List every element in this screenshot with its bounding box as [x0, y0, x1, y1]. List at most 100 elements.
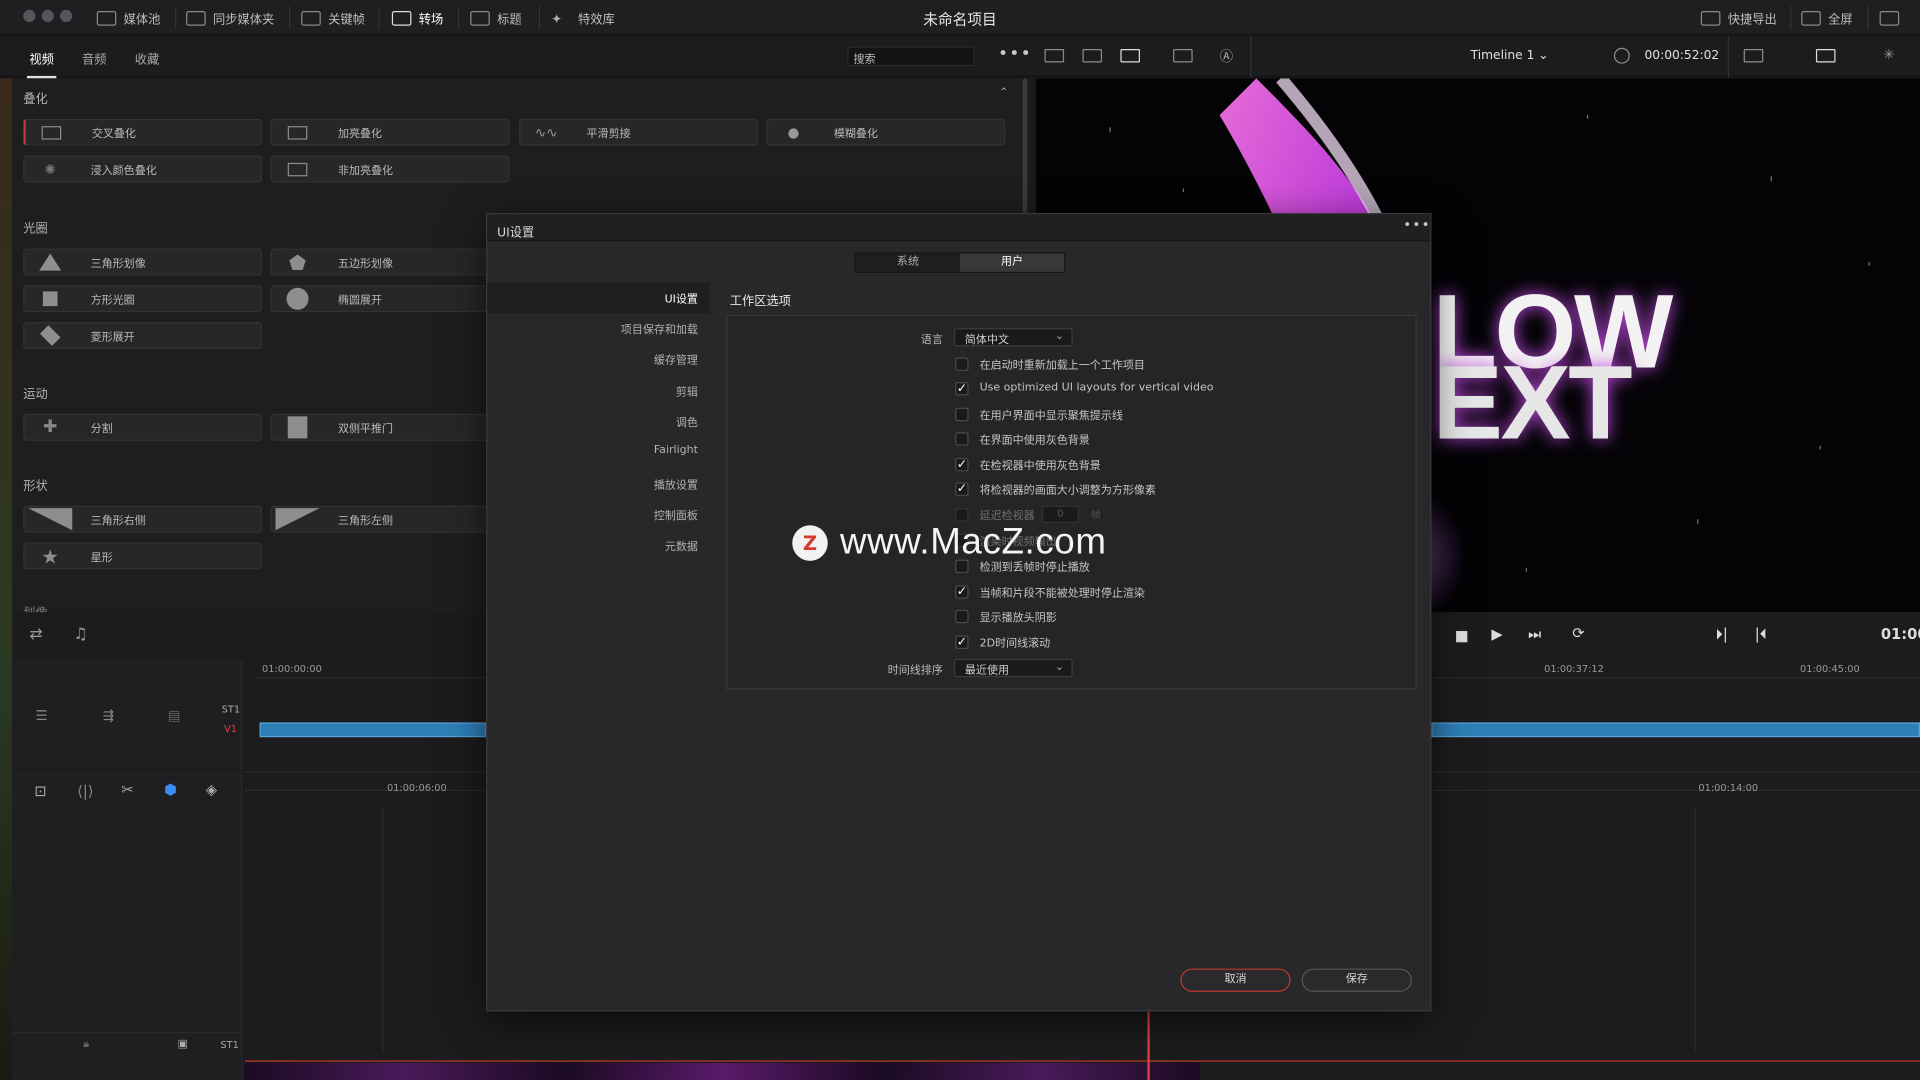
transition-star[interactable]: ★ 星形: [23, 542, 263, 570]
tab-user[interactable]: 用户: [960, 253, 1065, 272]
search-input[interactable]: 搜索: [847, 46, 975, 67]
media-pool-button[interactable]: 媒体池: [96, 7, 160, 28]
transition-triangle-right[interactable]: 三角形右侧: [23, 505, 263, 533]
cancel-button[interactable]: 取消: [1180, 968, 1291, 992]
track-auto-select-icon[interactable]: ⇶: [103, 708, 114, 724]
snapping-icon[interactable]: ◈: [206, 781, 217, 798]
frame-view-icon[interactable]: [1082, 48, 1103, 63]
checkbox[interactable]: [955, 609, 969, 623]
nav-item-fairlight[interactable]: Fairlight: [654, 444, 698, 456]
stop-icon[interactable]: ■: [1455, 627, 1469, 644]
split-view-icon[interactable]: [1173, 48, 1193, 63]
quick-export-button[interactable]: 快捷导出: [1700, 7, 1777, 28]
checkbox[interactable]: [955, 356, 969, 371]
transitions-button[interactable]: 转场: [391, 7, 443, 28]
timeline-clip[interactable]: [259, 722, 487, 738]
lock-icon[interactable]: 🔒︎: [83, 1038, 89, 1050]
transition-split[interactable]: ✚ 分割: [23, 413, 263, 441]
transition-triangle-left[interactable]: 三角形左侧: [270, 505, 510, 533]
option-square-pixel-viewer[interactable]: ✓ 将检视器的画面大小调整为方形像素: [955, 480, 1156, 497]
image-view-icon[interactable]: [1044, 48, 1065, 63]
checkbox-checked[interactable]: ✓: [955, 381, 969, 395]
timeline-ruler-top-left[interactable]: 01:00:00:00: [255, 659, 487, 679]
zoom-window-icon[interactable]: [60, 9, 73, 23]
transition-additive-dissolve[interactable]: 加亮叠化: [270, 118, 510, 146]
minimize-window-icon[interactable]: [41, 9, 54, 23]
blade-scissors-icon[interactable]: ✂: [121, 781, 133, 798]
dialog-more-icon[interactable]: •••: [1403, 217, 1431, 233]
delay-frames-input[interactable]: 0: [1042, 505, 1079, 523]
hd-output-icon[interactable]: [1815, 48, 1836, 63]
checkbox[interactable]: [955, 431, 969, 446]
playhead[interactable]: [1147, 1011, 1150, 1080]
timeline-sort-select[interactable]: 最近使用 ⌄: [953, 658, 1073, 678]
option-delay-viewer[interactable]: 延迟检视器 0 帧: [955, 505, 1101, 523]
option-2d-timeline-scroll[interactable]: ✓ 2D时间线滚动: [955, 633, 1050, 650]
keyframes-button[interactable]: 关键帧: [301, 7, 365, 28]
nav-item-metadata[interactable]: 元数据: [665, 538, 698, 553]
option-reload-last-project[interactable]: 在启动时重新加载上一个工作项目: [955, 355, 1145, 372]
effects-library-button[interactable]: ✦ 特效库: [551, 7, 615, 28]
transition-diamond-iris[interactable]: 菱形展开: [23, 322, 263, 349]
tab-system[interactable]: 系统: [856, 253, 960, 271]
fullscreen-button[interactable]: 全屏: [1801, 7, 1853, 28]
transition-cross-dissolve[interactable]: 交叉叠化: [23, 118, 263, 146]
antenna-icon[interactable]: Ⓐ: [1220, 47, 1240, 65]
collapse-chevron-icon[interactable]: ⌃: [999, 87, 1008, 99]
checkbox[interactable]: [955, 407, 969, 421]
audio-track-icon[interactable]: ♫: [73, 626, 87, 644]
more-options-icon[interactable]: •••: [998, 44, 1032, 64]
nav-item-playback[interactable]: 播放设置: [654, 476, 698, 492]
checkbox[interactable]: [955, 507, 969, 522]
settings-gear-icon[interactable]: ✳: [1883, 47, 1903, 63]
timeline-name-dropdown[interactable]: Timeline 1 ⌄: [1471, 49, 1549, 62]
transition-barn-door[interactable]: 双侧平推门: [270, 413, 510, 441]
timeline-ruler-bottom-left[interactable]: 01:00:06:00: [244, 771, 488, 793]
transition-pentagon-iris[interactable]: ⬟ 五边形划像: [270, 248, 510, 276]
subtitle-icon[interactable]: ▣: [178, 1038, 188, 1050]
option-stop-render-on-error[interactable]: ✓ 当帧和片段不能被处理时停止渲染: [955, 583, 1145, 600]
viewer-size-icon[interactable]: [1743, 48, 1764, 63]
option-vertical-video-layout[interactable]: ✓ Use optimized UI layouts for vertical v…: [955, 380, 1213, 397]
nav-item-project-save-load[interactable]: 项目保存和加载: [621, 321, 698, 336]
transition-dip-to-color[interactable]: ✺ 浸入颜色叠化: [23, 155, 263, 183]
timeline-clip[interactable]: [1431, 722, 1920, 738]
transition-blur-dissolve[interactable]: ● 模糊叠化: [766, 118, 1006, 146]
go-to-end-icon[interactable]: ⏵|: [1716, 626, 1728, 644]
track-options-icon[interactable]: ⇄: [29, 626, 42, 644]
clip-thumbnail-strip[interactable]: [244, 1062, 1201, 1080]
nav-item-control-panels[interactable]: 控制面板: [654, 507, 698, 523]
checkbox-checked[interactable]: ✓: [955, 457, 969, 471]
transition-smooth-cut[interactable]: ∿∿ 平滑剪接: [519, 118, 758, 146]
tab-favorites[interactable]: 收藏: [135, 49, 159, 67]
checkbox-checked[interactable]: ✓: [955, 634, 969, 649]
option-focus-indicator[interactable]: 在用户界面中显示聚焦提示线: [955, 405, 1123, 422]
option-playhead-shadow[interactable]: 显示播放头阴影: [955, 607, 1057, 624]
tab-video[interactable]: 视频: [26, 49, 57, 79]
nav-item-color[interactable]: 调色: [676, 414, 698, 430]
track-disable-icon[interactable]: ▤: [168, 708, 181, 724]
grid-view-icon[interactable]: [1120, 48, 1141, 63]
transition-oval-iris[interactable]: 椭圆展开: [270, 285, 510, 313]
nav-item-ui-settings[interactable]: UI设置: [665, 290, 698, 306]
save-button[interactable]: 保存: [1301, 968, 1412, 992]
checkbox-checked[interactable]: ✓: [955, 481, 969, 496]
close-window-icon[interactable]: [23, 9, 36, 23]
transition-square-iris[interactable]: 方形光圈: [23, 285, 263, 313]
nav-item-cache[interactable]: 缓存管理: [654, 351, 698, 367]
next-clip-icon[interactable]: ⏭: [1528, 626, 1541, 644]
transition-triangle-iris[interactable]: 三角形划像: [23, 248, 263, 276]
transition-non-additive-dissolve[interactable]: 非加亮叠化: [270, 155, 510, 183]
play-icon[interactable]: ▶: [1491, 626, 1502, 643]
sync-bin-button[interactable]: 同步媒体夹: [186, 7, 274, 28]
flag-marker-icon[interactable]: ⬢: [164, 781, 177, 798]
option-gray-ui-background[interactable]: 在界面中使用灰色背景: [955, 430, 1090, 447]
nav-item-edit[interactable]: 剪辑: [676, 383, 698, 399]
tab-audio[interactable]: 音频: [82, 49, 106, 67]
timeline-ruler-top-right[interactable]: 01:00:37:12 01:00:45:00: [1431, 659, 1920, 679]
trim-icon[interactable]: ⟨|⟩: [77, 782, 93, 799]
checkbox-checked[interactable]: ✓: [955, 584, 969, 599]
mixer-button[interactable]: [1879, 7, 1900, 28]
timeline-ruler-bottom-right[interactable]: 01:00:14:00: [1431, 771, 1920, 793]
library-scrollbar[interactable]: [1022, 78, 1028, 214]
